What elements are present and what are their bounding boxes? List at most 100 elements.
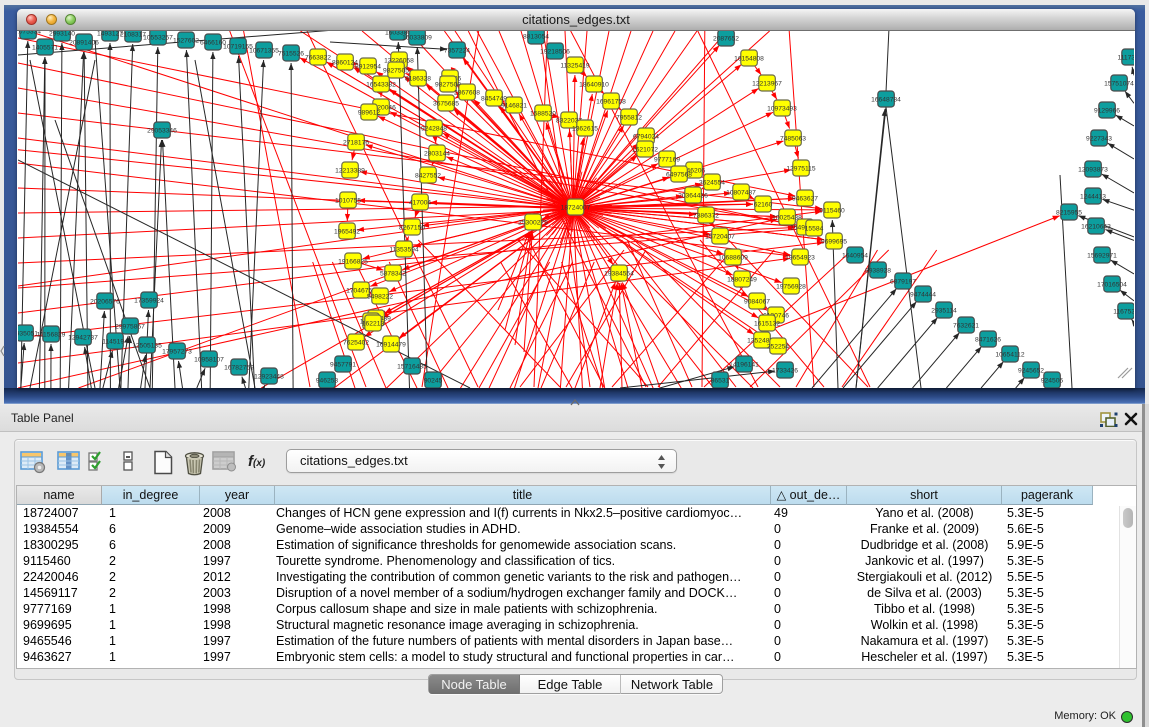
svg-text:16154808: 16154808: [734, 56, 764, 63]
svg-text:12213967: 12213967: [752, 81, 782, 88]
svg-text:7625402: 7625402: [343, 340, 369, 347]
svg-text:9827505: 9827505: [383, 68, 409, 75]
svg-text:12093873: 12093873: [1078, 167, 1108, 174]
svg-text:5878342: 5878342: [380, 271, 406, 278]
svg-text:8215955: 8215955: [1056, 210, 1082, 217]
svg-text:9457791: 9457791: [330, 362, 356, 369]
svg-text:29975867: 29975867: [115, 324, 145, 331]
svg-text:29053346: 29053346: [147, 128, 177, 135]
svg-text:1405571: 1405571: [32, 45, 58, 52]
svg-text:7632621: 7632621: [953, 323, 979, 330]
svg-text:1621072: 1621072: [632, 147, 658, 154]
svg-text:10958107: 10958107: [194, 357, 224, 364]
svg-text:1145194: 1145194: [102, 339, 128, 346]
svg-text:7955812: 7955812: [616, 115, 642, 122]
svg-text:12975115: 12975115: [786, 166, 816, 173]
svg-text:162213: 162213: [362, 321, 385, 328]
svg-text:19384554: 19384554: [604, 271, 634, 278]
svg-text:8454749: 8454749: [481, 96, 507, 103]
svg-text:19756928: 19756928: [776, 284, 806, 291]
svg-text:6879197: 6879197: [890, 279, 916, 286]
svg-text:11156829: 11156829: [37, 332, 66, 339]
svg-text:15716485: 15716485: [397, 364, 427, 371]
svg-text:8186328: 8186328: [405, 76, 431, 83]
svg-text:9474444: 9474444: [910, 292, 936, 299]
svg-text:10973493: 10973493: [767, 106, 797, 113]
svg-text:1733426: 1733426: [772, 368, 798, 375]
svg-text:1244413: 1244413: [1080, 194, 1106, 201]
svg-text:7663822: 7663822: [305, 55, 331, 62]
svg-text:1010755: 1010755: [335, 198, 361, 205]
svg-text:25300275: 25300275: [518, 220, 548, 227]
svg-text:2075334: 2075334: [18, 31, 41, 36]
svg-text:9242848: 9242848: [421, 126, 447, 133]
svg-text:5498222: 5498222: [367, 294, 393, 301]
svg-text:8471626: 8471626: [975, 337, 1001, 344]
svg-text:12923448: 12923448: [254, 374, 284, 381]
svg-text:17016504: 17016504: [1097, 282, 1127, 289]
svg-text:2867608: 2867608: [454, 90, 480, 97]
svg-text:8813054: 8813054: [523, 34, 549, 41]
svg-text:16033809: 16033809: [402, 35, 432, 42]
svg-text:8427552: 8427552: [415, 173, 441, 180]
svg-text:9245652: 9245652: [1018, 368, 1044, 375]
svg-text:7515526: 7515526: [278, 51, 304, 58]
svg-text:18724007: 18724007: [561, 205, 591, 212]
svg-text:2993140: 2993140: [49, 31, 75, 38]
svg-text:8912954: 8912954: [355, 64, 381, 71]
svg-text:1615132: 1615132: [754, 321, 780, 328]
svg-text:86531: 86531: [711, 378, 730, 385]
svg-text:16914479: 16914479: [376, 342, 406, 349]
svg-text:90245: 90245: [424, 378, 443, 385]
svg-text:8267150: 8267150: [399, 225, 425, 232]
svg-text:20206576: 20206576: [90, 299, 120, 306]
svg-text:9129966: 9129966: [1094, 108, 1120, 115]
svg-text:14196141: 14196141: [729, 362, 759, 369]
svg-text:7357224: 7357224: [444, 48, 470, 55]
svg-text:16648784: 16648784: [871, 97, 901, 104]
svg-text:12505135: 12505135: [132, 343, 162, 350]
svg-text:9084067: 9084067: [744, 299, 770, 306]
svg-text:19166825: 19166825: [338, 259, 368, 266]
svg-text:2803144: 2803144: [424, 151, 450, 158]
svg-text:18807249: 18807249: [727, 277, 757, 284]
svg-text:15751074: 15751074: [1104, 81, 1134, 88]
svg-text:16210643: 16210643: [1081, 224, 1111, 231]
svg-text:9699695: 9699695: [821, 239, 847, 246]
svg-text:10671355: 10671355: [249, 48, 279, 55]
svg-text:20364436: 20364436: [678, 193, 708, 200]
svg-text:1588520: 1588520: [530, 111, 556, 118]
svg-text:11325419: 11325419: [560, 63, 590, 70]
svg-text:3935051: 3935051: [18, 331, 38, 338]
svg-text:417004: 417004: [409, 200, 432, 207]
svg-text:10553257: 10553257: [143, 35, 173, 42]
svg-text:16782759: 16782759: [224, 365, 254, 372]
svg-text:9115460: 9115460: [819, 208, 845, 215]
svg-text:9463627: 9463627: [792, 196, 818, 203]
svg-text:17359924: 17359924: [134, 298, 164, 305]
svg-text:15692971: 15692971: [1087, 253, 1117, 260]
svg-text:17957273: 17957273: [162, 349, 192, 356]
svg-text:989612: 989612: [358, 110, 381, 117]
svg-text:10688609: 10688609: [718, 255, 748, 262]
svg-text:2087652: 2087652: [713, 36, 739, 43]
svg-text:18640910: 18640910: [579, 82, 609, 89]
svg-text:1640954: 1640954: [842, 253, 868, 260]
svg-text:10807487: 10807487: [726, 190, 756, 197]
svg-text:7485063: 7485063: [780, 136, 806, 143]
svg-text:16543382: 16543382: [366, 82, 396, 89]
svg-text:9827508: 9827508: [435, 82, 461, 89]
svg-text:7386372: 7386372: [693, 213, 719, 220]
svg-text:1117342: 1117342: [1117, 55, 1134, 62]
svg-text:8938928: 8938928: [865, 268, 891, 275]
svg-text:62160: 62160: [754, 202, 773, 209]
svg-text:252254: 252254: [767, 344, 790, 351]
svg-text:15584: 15584: [805, 226, 824, 233]
svg-text:6794024: 6794024: [633, 134, 659, 141]
svg-text:10654112: 10654112: [995, 352, 1025, 359]
svg-text:9777169: 9777169: [654, 157, 680, 164]
svg-text:2718176: 2718176: [343, 140, 369, 147]
svg-text:9146821: 9146821: [501, 103, 527, 110]
svg-text:12942737: 12942737: [68, 335, 98, 342]
svg-text:2935114: 2935114: [931, 308, 957, 315]
